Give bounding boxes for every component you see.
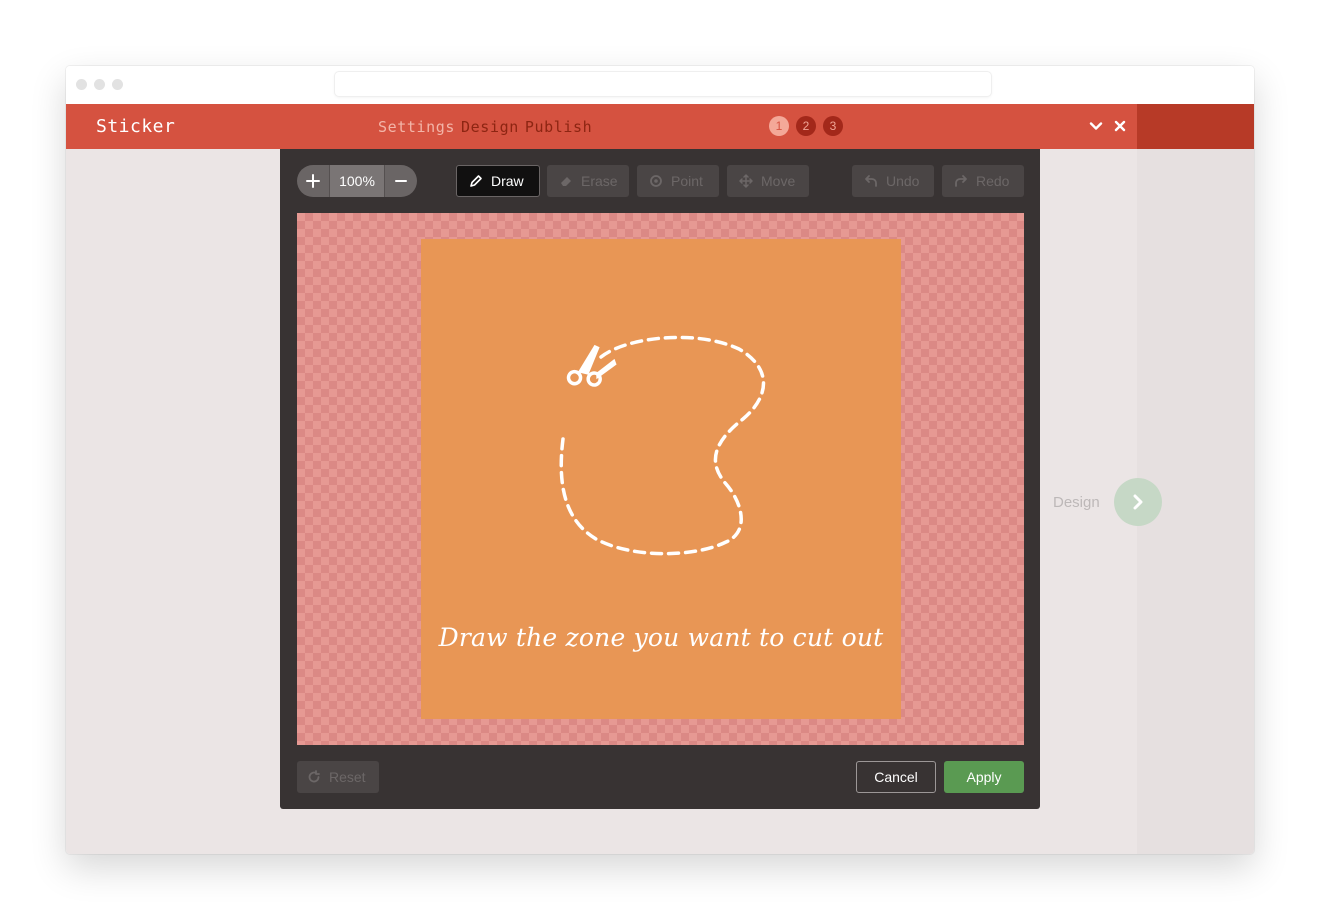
app-header: Sticker Settings Design Publish 1 2 3 [66,104,1254,149]
undo-icon [865,175,877,187]
step-badge-2[interactable]: 2 [796,116,816,136]
step-nav: Settings Design Publish [378,118,598,136]
move-tool-label: Move [761,173,796,189]
step-settings[interactable]: Settings [378,118,455,136]
window-dot-minimize[interactable] [94,79,105,90]
next-step-button[interactable] [1114,478,1162,526]
erase-tool-label: Erase [581,173,618,189]
move-tool-button[interactable]: Move [727,165,809,197]
next-step-label[interactable]: Design [1053,494,1100,511]
window-dot-maximize[interactable] [112,79,123,90]
window-dot-close[interactable] [76,79,87,90]
zoom-control: 100% [297,165,417,197]
zoom-out-button[interactable] [385,165,417,197]
drawing-stage[interactable]: Draw the zone you want to cut out [297,213,1024,745]
draw-tool-label: Draw [491,173,524,189]
erase-tool-button[interactable]: Erase [547,165,629,197]
redo-label: Redo [976,173,1010,189]
instruction-text: Draw the zone you want to cut out [438,623,884,652]
draw-tool-button[interactable]: Draw [456,165,540,197]
redo-button[interactable]: Redo [942,165,1024,197]
refresh-icon [308,770,320,783]
plus-icon [306,174,320,188]
zoom-value: 100% [329,165,385,197]
close-icon[interactable] [1110,116,1130,136]
redo-icon [955,175,967,187]
address-bar[interactable] [335,72,991,96]
zoom-in-button[interactable] [297,165,329,197]
minus-icon [395,180,407,182]
cancel-button[interactable]: Cancel [856,761,936,793]
browser-chrome [66,66,1254,104]
undo-label: Undo [886,173,920,189]
sticker-image: Draw the zone you want to cut out [421,239,901,719]
step-design[interactable]: Design [461,118,519,136]
reset-button[interactable]: Reset [297,761,379,793]
step-publish[interactable]: Publish [525,118,592,136]
step-badge-1[interactable]: 1 [769,116,789,136]
pencil-icon [470,175,482,187]
target-icon [650,175,662,187]
app-title: Sticker [96,116,176,137]
chevron-right-icon [1133,494,1143,510]
undo-button[interactable]: Undo [852,165,934,197]
eraser-icon [561,177,571,186]
cutout-editor-modal: 100% Draw Erase Point Move Undo Redo Dra… [280,149,1040,809]
header-right-strip [1137,104,1254,149]
reset-label: Reset [329,769,366,785]
move-icon [739,174,753,188]
scissors-icon [566,344,617,387]
step-badges: 1 2 3 [769,116,843,136]
step-badge-3[interactable]: 3 [823,116,843,136]
point-tool-button[interactable]: Point [637,165,719,197]
point-tool-label: Point [671,173,703,189]
apply-button[interactable]: Apply [944,761,1024,793]
browser-window: Sticker Settings Design Publish 1 2 3 Desi… [66,66,1254,854]
chevron-down-icon[interactable] [1086,116,1106,136]
